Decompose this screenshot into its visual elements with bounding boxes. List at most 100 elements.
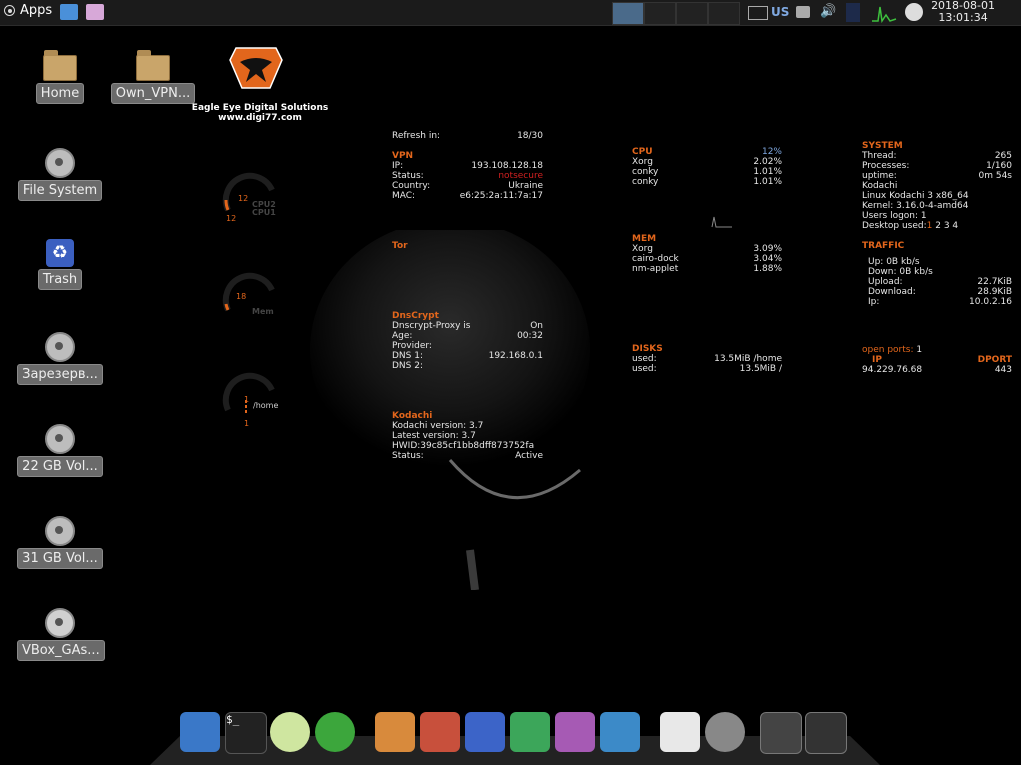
system-heading: SYSTEM [862,141,903,151]
logo-website: www.digi77.com [218,113,302,123]
workspace-1[interactable] [612,2,644,25]
top-panel: Apps US 🔊 2018-08-01 13:01:34 [0,0,1021,26]
mem-proc-row: nm-applet 1.88% [632,264,782,274]
dnscrypt-heading: DnsCrypt [392,311,439,321]
desktop-icon-vbox-gas[interactable]: VBox_GAs... [17,608,105,661]
text-editor-icon[interactable] [660,712,700,752]
kodachi-version: Kodachi version: 3.7 [392,421,484,431]
desktop-icon-label: Home [35,83,85,104]
system-desktop-row: Desktop used:1 2 3 4 [862,221,1012,231]
disc-burner-icon[interactable] [270,712,310,752]
cpu-heading-row: CPU 12% [632,147,782,157]
refresh-label: Refresh in: [392,131,441,141]
cpu-proc-value: 1.01% [753,177,782,187]
cpu1-gauge-value: 12 [226,214,237,223]
cpu-graph [711,216,732,228]
dnscrypt-provider-label: Provider: [392,341,432,351]
cpu-heading: CPU [632,147,653,157]
traffic-up: Up: 0B kb/s [868,257,920,267]
desktop-icon-31gb-volume[interactable]: 31 GB Vol... [17,516,103,569]
downloads-folder-icon[interactable] [510,712,550,752]
desktop-icon-label: Own_VPN... [110,83,196,104]
tools-folder-icon[interactable] [420,712,460,752]
mem-proc-value: 1.88% [753,264,782,274]
network-graph-icon [872,6,897,23]
traffic-heading: TRAFFIC [862,241,905,251]
cpu-proc-value: 1.01% [753,167,782,177]
conky-resources-panel: CPU 12% Xorg 2.02% conky 1.01% conky 1.01% M… [632,147,782,374]
mem-gauge-label: Mem [252,307,274,316]
folder-launcher-icon[interactable] [86,4,104,20]
keyboard-layout[interactable]: US [771,5,789,19]
network-folder-icon[interactable] [465,712,505,752]
terminal-icon[interactable]: $_ [225,712,267,754]
traffic-download-row: Download: 28.9KiB [868,287,1012,297]
desktop-icon-file-system[interactable]: File System [17,148,103,201]
workspace-4[interactable] [708,2,740,25]
keyboard-icon[interactable] [748,6,768,20]
dnscrypt-proxy-value: On [530,321,543,331]
mem-proc-name: Xorg [632,244,653,254]
vpn-country-value: Ukraine [508,181,543,191]
mem-proc-row: Xorg 3.09% [632,244,782,254]
cpu-graph-icon [846,3,860,22]
dnscrypt-dns2-row: DNS 2: [392,361,543,371]
search-clock-icon[interactable] [705,712,745,752]
desktop-icon-reserved-volume[interactable]: Зарезерв... [17,332,103,385]
kodachi-status-label: Status: [392,451,424,461]
cpu-proc-name: conky [632,167,659,177]
desktop-icon-22gb-volume[interactable]: 22 GB Vol... [17,424,103,477]
file-manager-launcher-icon[interactable] [60,4,78,20]
globe-icon[interactable] [315,712,355,752]
traffic-download-value: 28.9KiB [977,287,1012,297]
cpu-proc-row: conky 1.01% [632,177,782,187]
vpn-status-row: Status: notsecure [392,171,543,181]
system-processes-value: 1/160 [986,161,1012,171]
conky-network-panel: Refresh in: 18/30 VPN IP: 193.108.128.18 S… [392,131,543,461]
disks-heading: DISKS [632,344,663,354]
power-icon[interactable] [760,712,802,754]
clock[interactable]: 2018-08-01 13:01:34 [931,0,995,24]
open-ports-row: open ports: 1 [862,345,1012,355]
apps-menu-button[interactable]: Apps [4,3,52,18]
disk-used-value: 13.5MiB / [739,364,782,374]
home-gauge-value-2: 1 [244,419,250,428]
workspace-2[interactable] [644,2,676,25]
tor-heading: Tor [392,241,408,251]
home-folder-icon[interactable] [375,712,415,752]
dock: $_ [150,708,880,765]
system-uptime-label: uptime: [862,171,897,181]
ports-ip-value: 94.229.76.68 [862,365,923,375]
traffic-upload-value: 22.7KiB [977,277,1012,287]
drive-icon [45,332,75,362]
desktop-icon-own-vpn[interactable]: Own_VPN... [110,50,196,104]
desktop-icon-trash[interactable]: ♻ Trash [17,239,103,290]
open-ports-count: 1 [916,345,923,355]
dnscrypt-dns2-label: DNS 2: [392,361,423,371]
chat-icon[interactable] [796,6,810,18]
volume-icon[interactable]: 🔊 [820,4,836,19]
system-uptime-value: 0m 54s [978,171,1013,181]
cpu2-gauge-value: 12 [238,194,249,203]
vpn-mac-row: MAC: e6:25:2a:11:7a:17 [392,191,543,201]
desktop-icon-label: File System [17,180,103,201]
home-icon[interactable] [805,712,847,754]
traffic-download-label: Download: [868,287,916,297]
display-icon[interactable] [180,712,220,752]
power-menu-icon[interactable] [905,3,923,21]
drive-icon [45,148,75,178]
share-folder-icon[interactable] [600,712,640,752]
system-thread-row: Thread: 265 [862,151,1012,161]
kodachi-status-row: Status: Active [392,451,543,461]
docs-folder-icon[interactable] [555,712,595,752]
conky-system-panel: SYSTEM Thread: 265 Processes: 1/160 uptime… [862,141,1012,375]
desktop-icon-home[interactable]: Home [17,50,103,104]
system-desktop-rest: 2 3 4 [932,221,959,231]
workspace-3[interactable] [676,2,708,25]
ports-ip-header: IP [872,355,882,365]
traffic-upload-row: Upload: 22.7KiB [868,277,1012,287]
disk-row: used: 13.5MiB /home [632,354,782,364]
vpn-country-label: Country: [392,181,431,191]
cpu1-gauge-label: CPU1 [252,208,276,217]
desktop-icon-label: 31 GB Vol... [17,548,103,569]
